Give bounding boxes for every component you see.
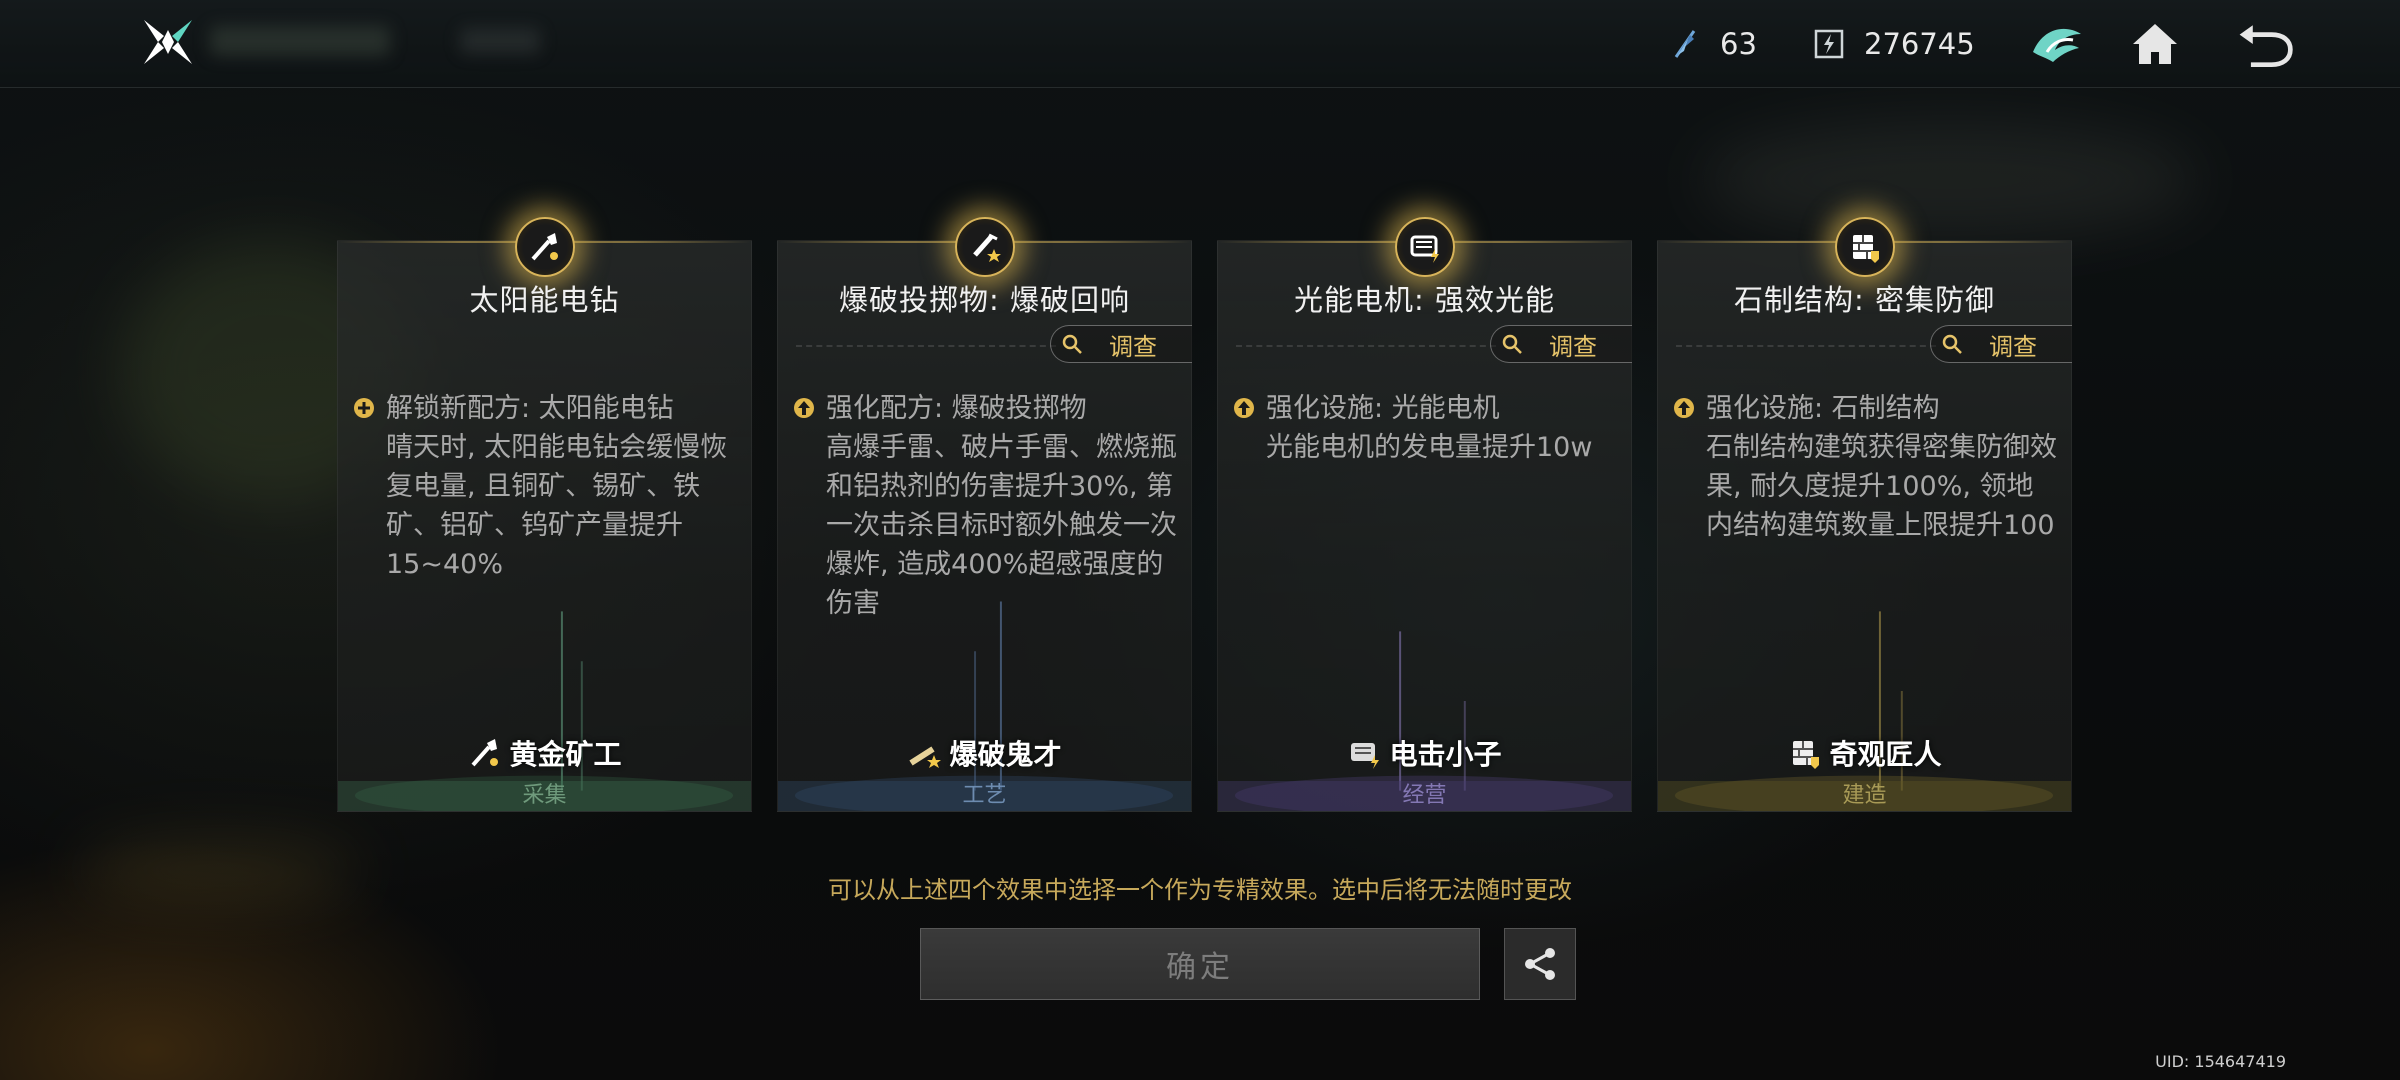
card-effect: 强化设施: 光能电机 光能电机的发电量提升10w xyxy=(1232,389,1617,467)
role-label: 爆破鬼才 xyxy=(778,733,1191,773)
role-name: 爆破鬼才 xyxy=(949,738,1062,771)
card-divider xyxy=(796,345,1056,347)
wing-emblem-icon xyxy=(2033,28,2081,62)
glow-rays xyxy=(1674,611,2054,811)
investigate-button[interactable]: 调查 xyxy=(1490,325,1632,363)
currency-feather: 63 xyxy=(1668,24,1757,64)
category-label: 建造 xyxy=(1658,781,2071,811)
grenade-icon xyxy=(909,746,942,768)
glow-rays xyxy=(1234,631,1614,811)
light-motor-icon xyxy=(1394,217,1455,277)
category-label: 经营 xyxy=(1218,781,1631,811)
specialization-card-1[interactable]: 太阳能电钻 解锁新配方: 太阳能电钻 晴天时, 太阳能电钻会缓慢恢复电量, 且铜… xyxy=(337,217,752,812)
solar-drill-icon xyxy=(471,739,499,767)
background-blur xyxy=(1700,120,2200,240)
investigate-button[interactable]: 调查 xyxy=(1930,325,2072,363)
share-button[interactable] xyxy=(1504,928,1576,1000)
category-label: 工艺 xyxy=(778,781,1191,811)
card-divider xyxy=(1236,345,1496,347)
card-title: 光能电机: 强效光能 xyxy=(1294,283,1555,317)
glow-rays xyxy=(354,611,734,811)
role-label: 黄金矿工 xyxy=(338,733,751,773)
effect-head: 强化设施: 光能电机 xyxy=(1266,393,1500,424)
effect-head: 解锁新配方: 太阳能电钻 xyxy=(386,393,674,424)
role-name: 黄金矿工 xyxy=(509,738,622,771)
confirm-button[interactable]: 确定 xyxy=(920,928,1480,1000)
level-blur xyxy=(460,28,540,54)
top-bar: 63 276745 xyxy=(0,0,2400,88)
uid-label: UID: 154647419 xyxy=(2155,1052,2286,1071)
upgrade-arrow-icon xyxy=(1674,398,1694,418)
back-button[interactable] xyxy=(2234,14,2296,74)
role-name: 电击小子 xyxy=(1389,738,1502,771)
card-divider xyxy=(1676,345,1936,347)
effect-description: 晴天时, 太阳能电钻会缓慢恢复电量, 且铜矿、锡矿、铁矿、铝矿、钨矿产量提升15… xyxy=(386,432,728,580)
light-motor-icon xyxy=(1351,743,1380,769)
feather-currency-icon xyxy=(1668,27,1702,61)
card-title: 太阳能电钻 xyxy=(469,283,620,317)
share-icon xyxy=(1525,948,1555,980)
specialization-card-2[interactable]: 爆破投掷物: 爆破回响 调查 强化配方: 爆破投掷物 高爆手雷、破片手雷、燃烧瓶… xyxy=(777,217,1192,812)
search-icon xyxy=(1062,334,1082,354)
card-effect: 解锁新配方: 太阳能电钻 晴天时, 太阳能电钻会缓慢恢复电量, 且铜矿、锡矿、铁… xyxy=(352,389,737,584)
effect-description: 光能电机的发电量提升10w xyxy=(1266,432,1593,463)
effect-description: 高爆手雷、破片手雷、燃烧瓶和铝热剂的伤害提升30%, 第一次击杀目标时额外触发一… xyxy=(826,432,1177,619)
effect-head: 强化设施: 石制结构 xyxy=(1706,393,1940,424)
card-effect: 强化配方: 爆破投掷物 高爆手雷、破片手雷、燃烧瓶和铝热剂的伤害提升30%, 第… xyxy=(792,389,1177,623)
specialization-card-4[interactable]: 石制结构: 密集防御 调查 强化设施: 石制结构 石制结构建筑获得密集防御效果,… xyxy=(1657,217,2072,812)
investigate-label: 调查 xyxy=(1549,332,1597,361)
energy-currency-icon xyxy=(1812,27,1846,61)
feather-currency-value: 63 xyxy=(1720,27,1757,61)
card-effect: 强化设施: 石制结构 石制结构建筑获得密集防御效果, 耐久度提升100%, 领地… xyxy=(1672,389,2057,545)
search-icon xyxy=(1942,334,1962,354)
stone-structure-icon xyxy=(1834,217,1895,277)
category-label: 采集 xyxy=(338,781,751,811)
energy-currency-value: 276745 xyxy=(1864,27,1975,61)
specialization-card-3[interactable]: 光能电机: 强效光能 调查 强化设施: 光能电机 光能电机的发电量提升10w 电… xyxy=(1217,217,1632,812)
card-title: 石制结构: 密集防御 xyxy=(1734,283,1995,317)
back-arrow-icon xyxy=(2239,25,2293,68)
guild-button[interactable] xyxy=(2026,14,2088,74)
upgrade-arrow-icon xyxy=(1234,398,1254,418)
role-label: 奇观匠人 xyxy=(1658,733,2071,773)
home-icon xyxy=(2133,24,2177,64)
selection-hint: 可以从上述四个效果中选择一个作为专精效果。选中后将无法随时更改 xyxy=(828,876,1572,904)
grenade-icon xyxy=(954,217,1015,277)
card-title: 爆破投掷物: 爆破回响 xyxy=(839,283,1130,317)
investigate-button[interactable]: 调查 xyxy=(1050,325,1192,363)
home-button[interactable] xyxy=(2124,14,2186,74)
investigate-label: 调查 xyxy=(1989,332,2037,361)
player-name-blur xyxy=(210,26,390,56)
confirm-label: 确定 xyxy=(1166,950,1234,985)
glow-rays xyxy=(794,601,1174,811)
upgrade-arrow-icon xyxy=(794,398,814,418)
role-name: 奇观匠人 xyxy=(1829,738,1942,771)
game-logo-icon xyxy=(140,16,196,68)
stone-structure-icon xyxy=(1793,741,1820,769)
role-label: 电击小子 xyxy=(1218,733,1631,773)
currency-energy: 276745 xyxy=(1812,24,1975,64)
search-icon xyxy=(1502,334,1522,354)
unlock-plus-icon xyxy=(354,398,374,418)
solar-drill-icon xyxy=(514,217,575,277)
effect-description: 石制结构建筑获得密集防御效果, 耐久度提升100%, 领地内结构建筑数量上限提升… xyxy=(1706,432,2057,541)
investigate-label: 调查 xyxy=(1109,332,1157,361)
effect-head: 强化配方: 爆破投掷物 xyxy=(826,393,1087,424)
